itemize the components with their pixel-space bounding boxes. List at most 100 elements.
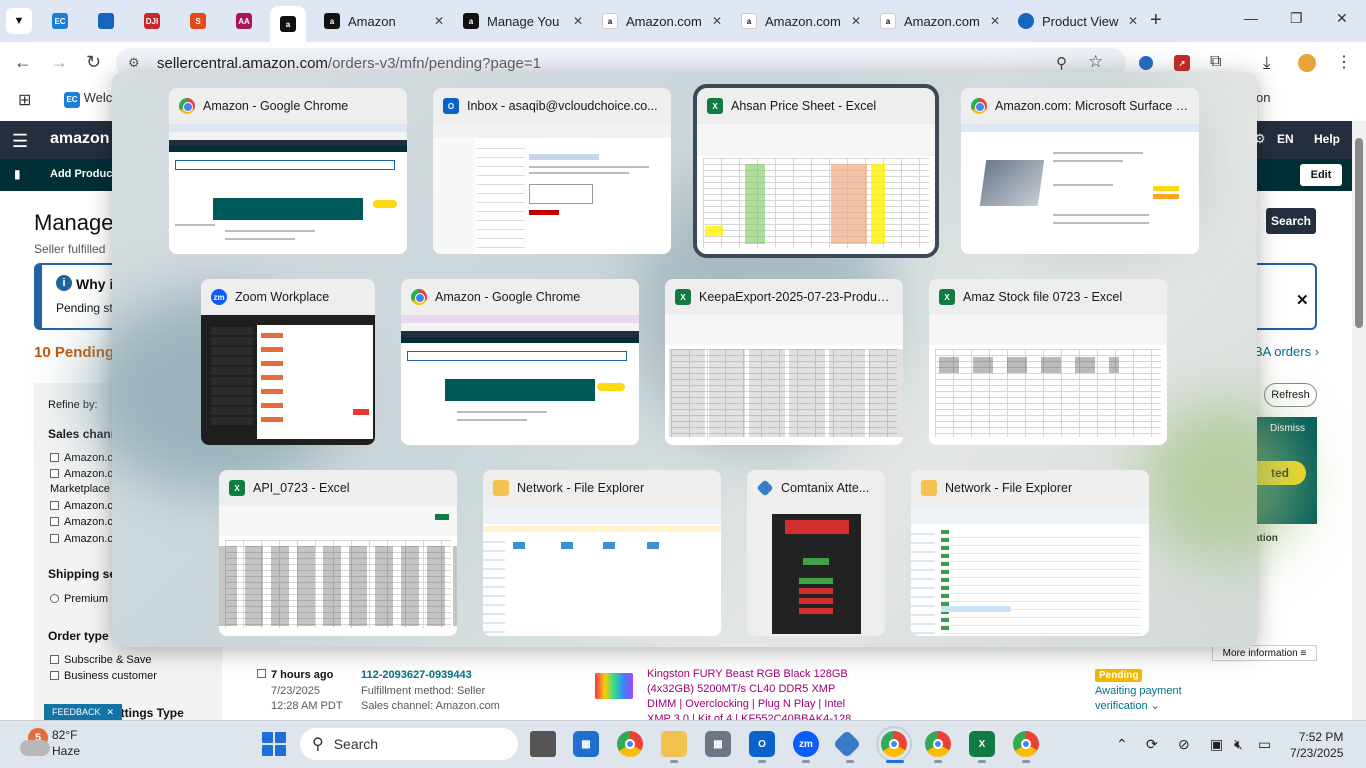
channel-option[interactable]: Amazon.co bbox=[50, 500, 119, 512]
window-thumbnail-keepa-export[interactable]: X KeepaExport-2025-07-23-Product... bbox=[665, 279, 903, 445]
minimize-button[interactable]: — bbox=[1244, 10, 1258, 26]
window-thumbnail-chrome-amazon[interactable]: Amazon - Google Chrome bbox=[169, 88, 407, 254]
window-thumbnail-chrome-amazon-2[interactable]: Amazon - Google Chrome bbox=[401, 279, 639, 445]
url-text[interactable]: sellercentral.amazon.com/orders-v3/mfn/p… bbox=[157, 55, 541, 72]
excel-icon[interactable]: X bbox=[969, 731, 995, 757]
extension-icon[interactable] bbox=[1138, 55, 1154, 71]
chevron-up-icon[interactable]: ⌃ bbox=[1116, 736, 1128, 753]
amazon-icon: a bbox=[463, 13, 479, 29]
display-icon[interactable]: ▣ bbox=[1210, 736, 1223, 753]
pinned-tab-aa[interactable]: AA bbox=[226, 6, 262, 36]
calculator-icon[interactable]: ▦ bbox=[705, 731, 731, 757]
premium-option[interactable]: Premium bbox=[50, 593, 108, 605]
extensions-puzzle-icon[interactable]: ⧉ bbox=[1210, 53, 1221, 71]
window-thumbnail-file-explorer-1[interactable]: Network - File Explorer bbox=[483, 470, 721, 636]
channel-option[interactable]: Amazon.co bbox=[50, 533, 119, 545]
system-clock[interactable]: 7:52 PM 7/23/2025 bbox=[1290, 729, 1343, 761]
zoom-icon[interactable]: zm bbox=[793, 731, 819, 757]
site-info-icon[interactable]: ⚙ bbox=[128, 55, 140, 71]
status-text[interactable]: Awaiting payment verification ⌄ bbox=[1095, 684, 1205, 714]
outlook-icon[interactable]: O bbox=[749, 731, 775, 757]
zoom-icon[interactable]: ⚲ bbox=[1056, 54, 1067, 72]
s-icon: S bbox=[190, 13, 206, 29]
apps-grid-icon[interactable]: ⊞ bbox=[18, 90, 31, 110]
channel-option[interactable]: Amazon.ca bbox=[50, 516, 119, 528]
chrome-profile-icon[interactable] bbox=[876, 726, 912, 762]
window-thumbnail-outlook-inbox[interactable]: O Inbox - asaqib@vcloudchoice.co... bbox=[433, 88, 671, 254]
fba-orders-link[interactable]: BA orders › bbox=[1254, 344, 1319, 359]
close-icon[interactable]: ✕ bbox=[1128, 14, 1138, 28]
back-button[interactable]: ← bbox=[14, 52, 32, 73]
window-thumbnail-surface-product[interactable]: Amazon.com: Microsoft Surface P... bbox=[961, 88, 1199, 254]
channel-label: Amazon.co bbox=[64, 533, 120, 545]
close-icon[interactable]: ✕ bbox=[712, 14, 722, 28]
volume-icon[interactable]: 🔇︎ bbox=[1234, 736, 1243, 753]
business-customer-option[interactable]: Business customer bbox=[50, 670, 157, 682]
product-image[interactable] bbox=[595, 673, 633, 699]
file-explorer-icon[interactable] bbox=[661, 731, 687, 757]
start-button[interactable] bbox=[262, 732, 286, 756]
tab-amazon-com-3[interactable]: a Amazon.com ✕ bbox=[872, 6, 1008, 36]
pinned-tab-s[interactable]: S bbox=[180, 6, 216, 36]
battery-icon[interactable]: ▭ bbox=[1258, 736, 1271, 753]
pinned-tab-ec[interactable]: EC bbox=[42, 6, 78, 36]
more-information-button[interactable]: More information ≡ bbox=[1212, 645, 1317, 661]
pinned-tab-dji[interactable]: DJI bbox=[134, 6, 170, 36]
order-id-link[interactable]: 112-2093627-0939443 bbox=[361, 669, 472, 681]
reload-button[interactable]: ↻ bbox=[86, 52, 101, 73]
download-icon[interactable]: ⤓ bbox=[1263, 53, 1271, 73]
tab-amazon-com-2[interactable]: a Amazon.com ✕ bbox=[733, 6, 869, 36]
channel-option[interactable]: Amazon.co bbox=[50, 452, 119, 464]
profile-avatar[interactable] bbox=[1298, 54, 1316, 72]
tab-product-view[interactable]: Product View ✕ bbox=[1010, 6, 1146, 36]
tab-amazon[interactable]: a Amazon ✕ bbox=[316, 6, 452, 36]
close-icon[interactable]: ✕ bbox=[990, 14, 1000, 28]
feedback-tab[interactable]: FEEDBACK ✕ bbox=[44, 704, 122, 720]
window-close-button[interactable]: ✕ bbox=[1336, 10, 1348, 27]
chrome-profile-3-icon[interactable] bbox=[1013, 731, 1039, 757]
window-thumbnail-zoom[interactable]: zm Zoom Workplace bbox=[201, 279, 375, 445]
subscribe-save-option[interactable]: Subscribe & Save bbox=[50, 654, 151, 666]
hamburger-menu-icon[interactable]: ☰ bbox=[12, 131, 28, 152]
window-thumbnail-comtanix[interactable]: Comtanix Atte... bbox=[747, 470, 885, 636]
language-selector[interactable]: EN bbox=[1277, 132, 1294, 146]
new-tab-button[interactable]: + bbox=[1150, 9, 1162, 32]
close-icon[interactable]: ✕ bbox=[851, 14, 861, 28]
bookmark-welc[interactable]: EC Welc bbox=[64, 90, 112, 108]
taskbar-search[interactable]: ⚲ Search bbox=[300, 728, 518, 760]
help-link[interactable]: Help bbox=[1314, 132, 1340, 146]
task-view-icon[interactable] bbox=[530, 731, 556, 757]
tab-search-dropdown[interactable]: ▼ bbox=[6, 8, 32, 34]
window-thumbnail-ahsan-price-sheet[interactable]: X Ahsan Price Sheet - Excel bbox=[693, 84, 939, 258]
forward-button[interactable]: → bbox=[50, 52, 68, 73]
chrome-profile-2-icon[interactable] bbox=[925, 731, 951, 757]
bookmark-star-icon[interactable]: ☆ bbox=[1088, 52, 1103, 72]
edit-button[interactable]: Edit bbox=[1300, 164, 1342, 186]
channel-option[interactable]: Amazon.co bbox=[50, 468, 119, 480]
pinned-tab-amazon-active[interactable]: a bbox=[270, 6, 306, 42]
close-icon[interactable]: ✕ bbox=[573, 14, 583, 28]
bookmark-right-text[interactable]: on bbox=[1256, 90, 1270, 105]
excel-icon: X bbox=[939, 289, 955, 305]
network-icon[interactable]: ⊘ bbox=[1178, 736, 1190, 753]
restore-button[interactable]: ❐ bbox=[1290, 10, 1303, 27]
tab-manage-you[interactable]: a Manage You ✕ bbox=[455, 6, 591, 36]
window-thumbnail-amaz-stock[interactable]: X Amaz Stock file 0723 - Excel bbox=[929, 279, 1167, 445]
product-title-link[interactable]: Kingston FURY Beast RGB Black 128GB (4x3… bbox=[647, 667, 862, 721]
row-checkbox[interactable] bbox=[257, 669, 266, 678]
chrome-icon[interactable] bbox=[617, 731, 643, 757]
store-icon[interactable]: ▦ bbox=[573, 731, 599, 757]
close-icon[interactable]: ✕ bbox=[434, 14, 444, 28]
scrollbar-thumb[interactable] bbox=[1355, 138, 1363, 328]
window-thumbnail-api-0723[interactable]: X API_0723 - Excel bbox=[219, 470, 457, 636]
sync-icon[interactable]: ⟳ bbox=[1146, 736, 1158, 753]
refresh-button[interactable]: Refresh bbox=[1264, 383, 1317, 407]
pdf-extension-icon[interactable]: ↗ bbox=[1174, 55, 1190, 71]
close-icon[interactable]: ✕ bbox=[1296, 291, 1309, 309]
tab-amazon-com-1[interactable]: a Amazon.com ✕ bbox=[594, 6, 730, 36]
menu-kebab-icon[interactable]: ⋮ bbox=[1336, 52, 1352, 72]
window-thumbnail-file-explorer-2[interactable]: Network - File Explorer bbox=[911, 470, 1149, 636]
search-button[interactable]: Search bbox=[1266, 208, 1316, 234]
pinned-tab-app[interactable] bbox=[88, 6, 124, 36]
close-icon[interactable]: ✕ bbox=[106, 707, 114, 718]
